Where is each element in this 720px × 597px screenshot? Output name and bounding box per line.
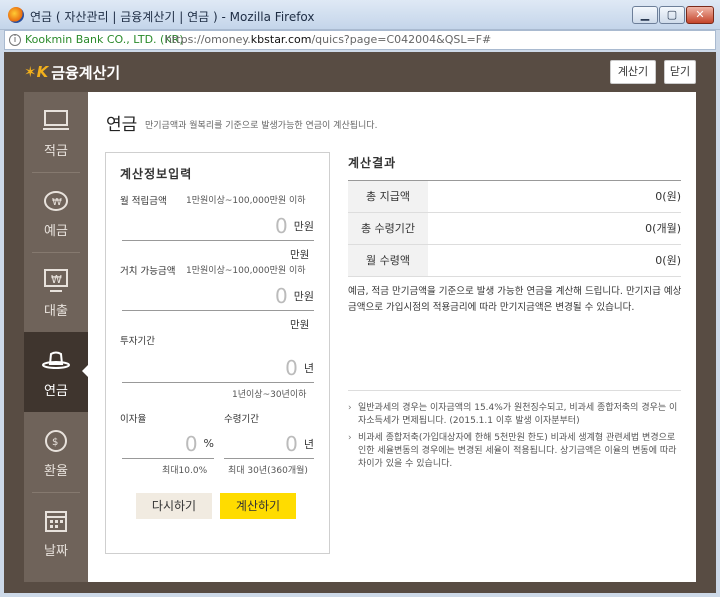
info-icon[interactable]: i bbox=[9, 34, 21, 46]
period-value: 0 bbox=[285, 355, 298, 380]
main-content: 연금 만기금액과 월복리를 기준으로 발생가능한 연금이 계산됩니다. 계산정보… bbox=[88, 92, 696, 582]
period-input[interactable]: 0 년 bbox=[122, 353, 314, 383]
result-table: 총 지급액 0(원) 총 수령기간 0(개월) 월 수령액 0(원) bbox=[348, 180, 681, 277]
svg-text:₩: ₩ bbox=[52, 197, 62, 208]
app-header: ✶K 금융계산기 계산기 닫기 bbox=[4, 52, 716, 92]
sidebar-item-label: 환율 bbox=[44, 464, 68, 479]
lump-label: 거치 가능금액 bbox=[120, 266, 176, 277]
lump-range: 1만원이상~100,000만원 이하 bbox=[186, 266, 306, 276]
result-value: 0(개월) bbox=[645, 222, 681, 235]
list-item: 비과세 종합저축(가입대상자에 한해 5천만원 한도) 비과세 생계형 관련세법… bbox=[348, 432, 683, 471]
close-window-button[interactable]: ✕ bbox=[686, 6, 714, 24]
calculate-button[interactable]: 계산하기 bbox=[220, 493, 296, 519]
period-hint: 1년이상~30년이하 bbox=[232, 390, 307, 400]
site-identity[interactable]: Kookmin Bank CO., LTD. (KR) bbox=[25, 31, 183, 49]
url-prefix: https://omoney. bbox=[165, 33, 251, 46]
lump-value: 0 bbox=[275, 283, 288, 308]
piggybank-icon: ₩ bbox=[44, 191, 68, 211]
table-row: 총 수령기간 0(개월) bbox=[348, 213, 681, 245]
rate-unit: % bbox=[203, 437, 214, 450]
result-note: 예금, 적금 만기금액을 기준으로 발생 가능한 연금을 계산해 드립니다. 만… bbox=[348, 286, 682, 313]
svg-text:$: $ bbox=[52, 437, 58, 448]
list-item: 일반과세의 경우는 이자금액의 15.4%가 원천징수되고, 비과세 종합저축의… bbox=[348, 402, 683, 428]
close-icon: ✕ bbox=[695, 8, 705, 21]
sidebar-item-exchange[interactable]: $ 환율 bbox=[24, 412, 88, 492]
rate-input[interactable]: 0 % bbox=[122, 429, 214, 459]
maximize-button[interactable]: ▢ bbox=[659, 6, 685, 24]
table-row: 총 지급액 0(원) bbox=[348, 181, 681, 213]
rate-label: 이자율 bbox=[120, 414, 147, 425]
result-key: 총 지급액 bbox=[348, 181, 428, 212]
sidebar-item-label: 예금 bbox=[44, 224, 68, 239]
result-value: 0(원) bbox=[655, 190, 681, 203]
rate-hint: 최대10.0% bbox=[162, 466, 208, 476]
lump-below-unit: 만원 bbox=[290, 319, 310, 331]
receive-input[interactable]: 0 년 bbox=[224, 429, 314, 459]
receive-value: 0 bbox=[285, 431, 298, 456]
receive-label: 수령기간 bbox=[224, 414, 259, 425]
monthly-label: 월 적립금액 bbox=[120, 196, 167, 207]
lump-unit: 만원 bbox=[293, 289, 314, 303]
sidebar-item-label: 연금 bbox=[44, 384, 68, 399]
monthly-below-unit: 만원 bbox=[290, 249, 310, 261]
lump-input[interactable]: 0 만원 bbox=[122, 281, 314, 311]
url-suffix: /quics?page=C042004&QSL=F# bbox=[311, 33, 492, 46]
minimize-icon: ▁ bbox=[640, 8, 650, 21]
result-key: 월 수령액 bbox=[348, 245, 428, 276]
sidebar-item-label: 대출 bbox=[44, 304, 68, 319]
result-title: 계산결과 bbox=[348, 156, 397, 170]
sidebar-item-label: 적금 bbox=[44, 144, 68, 159]
kb-logo-icon: ✶K bbox=[24, 63, 49, 81]
sidebar-item-savings[interactable]: 적금 bbox=[24, 92, 88, 172]
table-row: 월 수령액 0(원) bbox=[348, 245, 681, 277]
reset-button[interactable]: 다시하기 bbox=[136, 493, 212, 519]
sidebar-item-loan[interactable]: ₩ 대출 bbox=[24, 252, 88, 332]
notes-list: 일반과세의 경우는 이자금액의 15.4%가 원천징수되고, 비과세 종합저축의… bbox=[348, 402, 683, 475]
sidebar-item-date[interactable]: 날짜 bbox=[24, 492, 88, 572]
sidebar-item-pension[interactable]: 연금 bbox=[24, 332, 89, 412]
receive-unit: 년 bbox=[303, 437, 314, 451]
url-bar[interactable]: i Kookmin Bank CO., LTD. (KR) https://om… bbox=[4, 30, 716, 50]
period-unit: 년 bbox=[303, 361, 314, 375]
calculator-button[interactable]: 계산기 bbox=[610, 60, 656, 84]
url-text[interactable]: https://omoney.kbstar.com/quics?page=C04… bbox=[165, 31, 491, 49]
exchange-icon: $ bbox=[45, 430, 67, 452]
result-value: 0(원) bbox=[655, 254, 681, 267]
maximize-icon: ▢ bbox=[666, 8, 678, 21]
page-title: 연금 bbox=[106, 115, 138, 135]
loan-icon: ₩ bbox=[44, 269, 68, 292]
input-panel: 계산정보입력 월 적립금액 1만원이상~100,000만원 이하 0 만원 만원… bbox=[105, 152, 330, 554]
monthly-value: 0 bbox=[275, 213, 288, 238]
window-title: 연금 ( 자산관리 | 금융계산기 | 연금 ) - Mozilla Firef… bbox=[30, 10, 315, 24]
monthly-input[interactable]: 0 만원 bbox=[122, 211, 314, 241]
savings-icon bbox=[43, 110, 69, 130]
rate-value: 0 bbox=[184, 431, 198, 456]
result-key: 총 수령기간 bbox=[348, 213, 428, 244]
period-label: 투자기간 bbox=[120, 336, 155, 347]
logo: ✶K 금융계산기 bbox=[24, 61, 120, 83]
window-titlebar: 연금 ( 자산관리 | 금융계산기 | 연금 ) - Mozilla Firef… bbox=[0, 0, 720, 30]
receive-hint: 최대 30년(360개월) bbox=[228, 466, 308, 476]
monthly-unit: 만원 bbox=[293, 219, 314, 233]
sidebar-item-deposit[interactable]: ₩ 예금 bbox=[24, 172, 88, 252]
close-button[interactable]: 닫기 bbox=[664, 60, 696, 84]
firefox-icon bbox=[8, 7, 24, 23]
calculator-app: ✶K 금융계산기 계산기 닫기 적금 ₩ 예금 ₩ 대출 연금 $ 환율 날짜 … bbox=[4, 52, 716, 593]
input-panel-title: 계산정보입력 bbox=[120, 167, 193, 181]
svg-text:₩: ₩ bbox=[51, 273, 62, 286]
monthly-range: 1만원이상~100,000만원 이하 bbox=[186, 196, 306, 206]
hat-icon bbox=[42, 351, 70, 369]
page-description: 만기금액과 월복리를 기준으로 발생가능한 연금이 계산됩니다. bbox=[145, 121, 378, 131]
minimize-button[interactable]: ▁ bbox=[632, 6, 658, 24]
calendar-icon bbox=[45, 511, 67, 532]
sidebar-item-label: 날짜 bbox=[44, 544, 68, 559]
logo-title: 금융계산기 bbox=[51, 63, 121, 82]
url-domain: kbstar.com bbox=[250, 33, 312, 46]
sidebar: 적금 ₩ 예금 ₩ 대출 연금 $ 환율 날짜 bbox=[24, 92, 89, 582]
divider bbox=[348, 390, 681, 391]
